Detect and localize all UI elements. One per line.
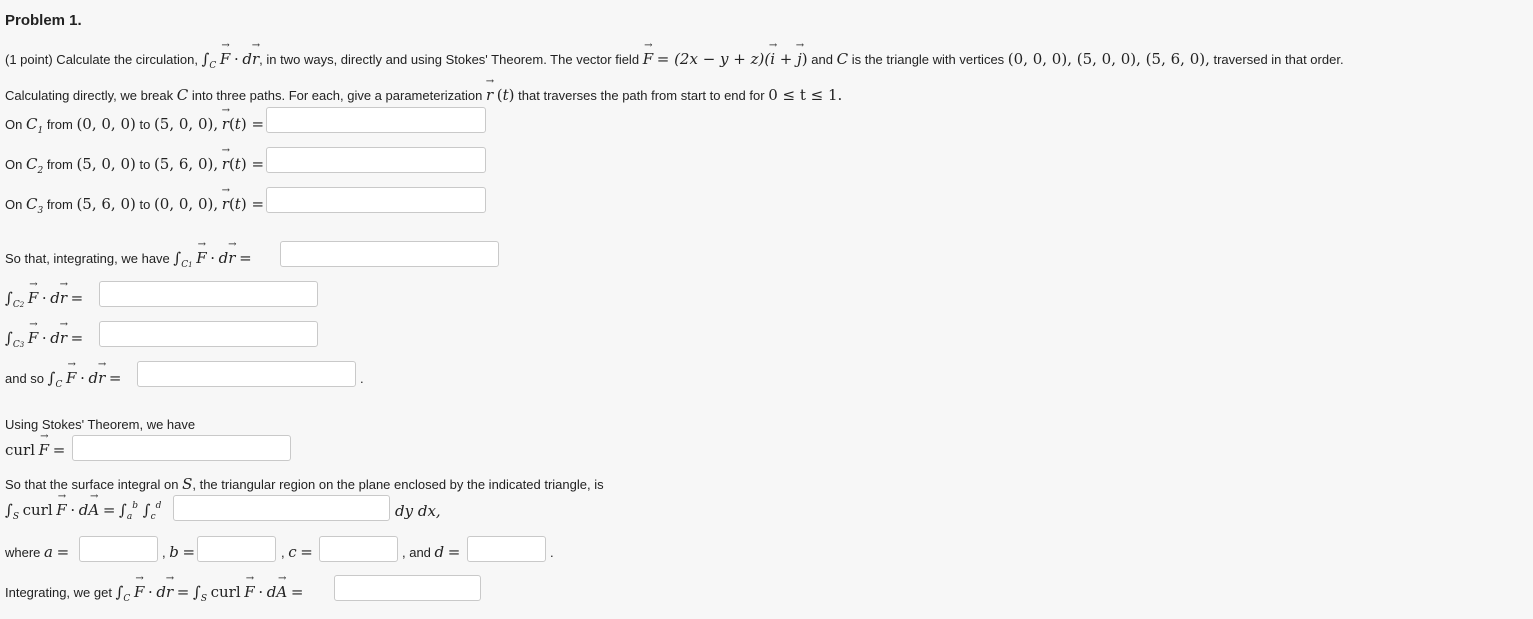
curl-label: curl F = xyxy=(5,441,65,459)
path-c1-label: On C1 from (0, 0, 0) to (5, 0, 0), r(t) … xyxy=(5,115,264,136)
total-circulation-input[interactable] xyxy=(137,361,356,387)
path-c3-label: On C3 from (5, 6, 0) to (0, 0, 0), r(t) … xyxy=(5,195,264,216)
total-circulation-label: and so ∫C F · dr = xyxy=(5,369,121,390)
limit-c-label: , c = xyxy=(281,543,313,561)
direct-instructions: Calculating directly, we break C into th… xyxy=(5,86,842,104)
r3-input[interactable] xyxy=(266,187,486,213)
r2-input[interactable] xyxy=(266,147,486,173)
integral-c2-input[interactable] xyxy=(99,281,318,307)
integrand-input[interactable] xyxy=(173,495,390,521)
limit-b-label: , b = xyxy=(162,543,196,561)
r1-input[interactable] xyxy=(266,107,486,133)
limit-a-label: where a = xyxy=(5,543,70,561)
stokes-heading: Using Stokes' Theorem, we have xyxy=(5,417,196,432)
limit-d-label: , and d = xyxy=(402,543,461,561)
problem-title: Problem 1. xyxy=(5,12,82,29)
curl-input[interactable] xyxy=(72,435,291,461)
integral-c2-label: ∫C2 F · dr = xyxy=(5,289,83,310)
integral-c1-input[interactable] xyxy=(280,241,499,267)
integral-c3-label: ∫C3 F · dr = xyxy=(5,329,83,350)
problem-statement: (1 point) Calculate the circulation, ∫C … xyxy=(5,50,1344,71)
final-input[interactable] xyxy=(334,575,481,601)
limit-a-input[interactable] xyxy=(79,536,158,562)
limit-c-input[interactable] xyxy=(319,536,398,562)
path-c2-label: On C2 from (5, 0, 0) to (5, 6, 0), r(t) … xyxy=(5,155,264,176)
limit-b-input[interactable] xyxy=(197,536,276,562)
dydx-label: dy dx, xyxy=(395,502,441,520)
surface-integral-label: ∫S curl F · dA = ∫ab ∫cd xyxy=(5,501,161,522)
integral-c3-input[interactable] xyxy=(99,321,318,347)
limit-d-input[interactable] xyxy=(467,536,546,562)
integral-c1-label: So that, integrating, we have ∫C1 F · dr… xyxy=(5,249,252,270)
final-label: Integrating, we get ∫C F · dr = ∫S curl … xyxy=(5,583,303,604)
